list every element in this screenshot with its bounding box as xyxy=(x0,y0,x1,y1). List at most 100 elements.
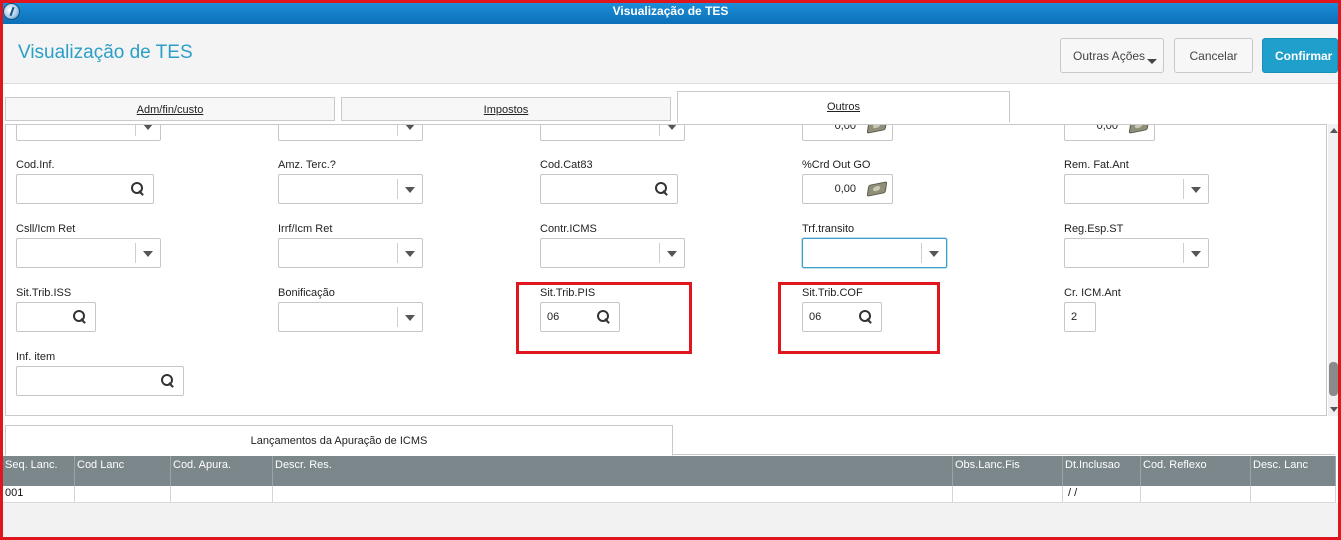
money-calculator-icon[interactable] xyxy=(866,181,888,197)
app-globe-icon[interactable] xyxy=(3,3,20,20)
field-label: Rem. Fat.Ant xyxy=(1064,159,1129,171)
tab-label: Lançamentos da Apuração de ICMS xyxy=(250,435,428,447)
tab-label: Outros xyxy=(826,101,860,113)
tab-adm-fin-custo[interactable]: Adm/fin/custo xyxy=(5,97,335,121)
dropdown-arrow-icon xyxy=(405,125,415,130)
table-cell[interactable] xyxy=(953,486,1063,503)
dropdown-arrow-icon xyxy=(929,251,939,257)
divider xyxy=(135,243,136,263)
partial-select-1[interactable] xyxy=(16,125,161,141)
tab-label: Impostos xyxy=(483,104,529,116)
search-icon[interactable] xyxy=(161,374,175,388)
field-label: Amz. Terc.? xyxy=(278,159,336,171)
sit-trib-pis-input[interactable]: 06 xyxy=(540,302,620,332)
partial-numeric-1[interactable]: 0,00 xyxy=(802,124,893,141)
money-calculator-icon[interactable] xyxy=(866,125,888,134)
cr-icm-ant-input[interactable]: 2 xyxy=(1064,302,1096,332)
folder-tabs: Adm/fin/custo Impostos Outros xyxy=(0,84,1341,124)
rem-fat-ant-select[interactable] xyxy=(1064,174,1209,204)
csll-icm-ret-select[interactable] xyxy=(16,238,161,268)
column-header[interactable]: Cod. Apura. xyxy=(171,456,273,486)
confirm-button[interactable]: Confirmar xyxy=(1262,38,1338,73)
page-title: Visualização de TES xyxy=(18,42,193,63)
table-row[interactable]: 001 / / xyxy=(3,486,1336,503)
divider xyxy=(921,243,922,263)
search-icon[interactable] xyxy=(131,182,145,196)
partial-numeric-2[interactable]: 0,00 xyxy=(1064,125,1155,141)
column-header[interactable]: Cod Lanc xyxy=(75,456,171,486)
sit-trib-cof-input[interactable]: 06 xyxy=(802,302,882,332)
field-label: Csll/Icm Ret xyxy=(16,223,76,235)
dropdown-arrow-icon xyxy=(405,251,415,257)
table-cell[interactable] xyxy=(75,486,171,503)
contr-icms-select[interactable] xyxy=(540,238,685,268)
field-label: Cr. ICM.Ant xyxy=(1064,287,1121,299)
irrf-icm-ret-select[interactable] xyxy=(278,238,423,268)
table-cell[interactable] xyxy=(273,486,953,503)
cod-inf-input[interactable] xyxy=(16,174,154,204)
sit-trib-iss-input[interactable] xyxy=(16,302,96,332)
inf-item-input[interactable] xyxy=(16,366,184,396)
column-header[interactable]: Dt.Inclusao xyxy=(1063,456,1141,486)
column-header[interactable]: Cod. Reflexo xyxy=(1141,456,1251,486)
scroll-down-icon[interactable] xyxy=(1330,407,1338,412)
divider xyxy=(397,307,398,327)
amz-terc-select[interactable] xyxy=(278,174,423,204)
partial-numeric-1-value: 0,00 xyxy=(834,124,856,132)
search-icon[interactable] xyxy=(73,310,87,324)
window-titlebar: Visualização de TES xyxy=(0,0,1341,24)
divider xyxy=(397,243,398,263)
dropdown-arrow-icon xyxy=(143,125,153,130)
divider xyxy=(1183,179,1184,199)
field-label: Trf.transito xyxy=(802,223,855,235)
page-header: Visualização de TES Outras Ações Cancela… xyxy=(0,24,1341,84)
dropdown-arrow-icon xyxy=(667,125,677,130)
sit-trib-pis-value: 06 xyxy=(547,311,560,323)
tab-outros[interactable]: Outros xyxy=(677,91,1010,123)
scroll-thumb[interactable] xyxy=(1329,362,1338,396)
column-header[interactable]: Desc. Lanc xyxy=(1251,456,1336,486)
divider xyxy=(397,179,398,199)
other-actions-button[interactable]: Outras Ações xyxy=(1060,38,1164,73)
search-icon[interactable] xyxy=(597,310,611,324)
tab-impostos[interactable]: Impostos xyxy=(341,97,671,121)
grid-header: Seq. Lanc. Cod Lanc Cod. Apura. Descr. R… xyxy=(3,456,1336,486)
divider xyxy=(397,125,398,136)
search-icon[interactable] xyxy=(655,182,669,196)
money-calculator-icon[interactable] xyxy=(1128,125,1150,134)
tab-label: Adm/fin/custo xyxy=(136,104,204,116)
sit-trib-cof-value: 06 xyxy=(809,311,822,323)
table-cell[interactable]: / / xyxy=(1063,486,1141,503)
search-icon[interactable] xyxy=(859,310,873,324)
table-cell[interactable] xyxy=(1141,486,1251,503)
partial-select-2[interactable] xyxy=(278,125,423,141)
table-cell[interactable] xyxy=(1251,486,1336,503)
bottom-folder-tabs: Lançamentos da Apuração de ICMS xyxy=(5,425,1335,456)
dropdown-arrow-icon xyxy=(405,187,415,193)
field-label: Inf. item xyxy=(16,351,56,363)
reg-esp-st-select[interactable] xyxy=(1064,238,1209,268)
crd-out-go-input[interactable]: 0,00 xyxy=(802,174,893,204)
trf-transito-select[interactable] xyxy=(802,238,947,268)
bonificacao-select[interactable] xyxy=(278,302,423,332)
window-title: Visualização de TES xyxy=(612,4,729,18)
scroll-up-icon[interactable] xyxy=(1330,128,1338,133)
tab-lancamentos-apuracao[interactable]: Lançamentos da Apuração de ICMS xyxy=(5,425,673,456)
vertical-scrollbar[interactable] xyxy=(1328,124,1339,416)
column-header[interactable]: Seq. Lanc. xyxy=(3,456,75,486)
field-label: Irrf/Icm Ret xyxy=(278,223,333,235)
table-cell[interactable]: 001 xyxy=(3,486,75,503)
field-label: Reg.Esp.ST xyxy=(1064,223,1124,235)
column-header[interactable]: Obs.Lanc.Fis xyxy=(953,456,1063,486)
cod-cat83-input[interactable] xyxy=(540,174,678,204)
cancel-button[interactable]: Cancelar xyxy=(1174,38,1253,73)
dropdown-arrow-icon xyxy=(667,251,677,257)
dropdown-arrow-icon xyxy=(405,315,415,321)
field-label: %Crd Out GO xyxy=(802,159,871,171)
partial-select-3[interactable] xyxy=(540,125,685,141)
field-label: Cod.Cat83 xyxy=(540,159,593,171)
field-label: Cod.Inf. xyxy=(16,159,55,171)
table-cell[interactable] xyxy=(171,486,273,503)
column-header[interactable]: Descr. Res. xyxy=(273,456,953,486)
divider xyxy=(1183,243,1184,263)
